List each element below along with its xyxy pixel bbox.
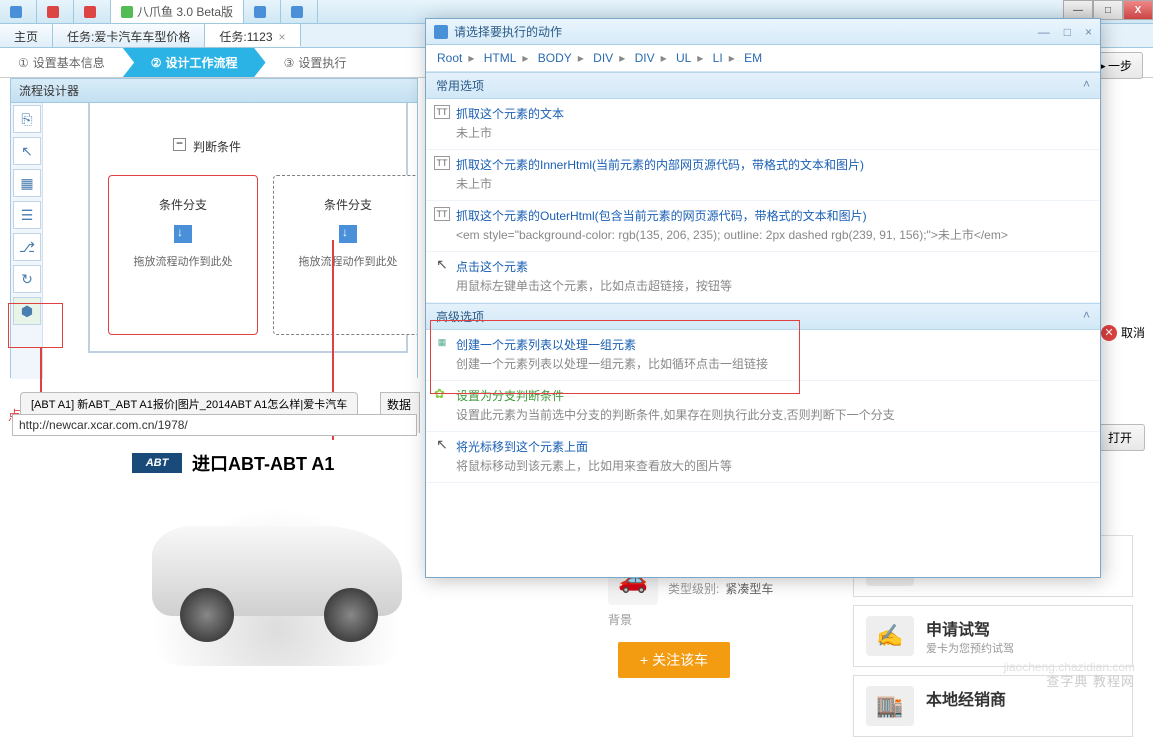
watermark: 查字典 教程网 — [1046, 671, 1135, 690]
maximize-button[interactable]: □ — [1093, 0, 1123, 20]
browser-tab[interactable] — [244, 0, 281, 23]
tool-browser-icon[interactable]: ⎘ — [13, 105, 41, 133]
browser-tab[interactable] — [74, 0, 111, 23]
popup-title-text: 请选择要执行的动作 — [454, 23, 562, 40]
cursor-icon — [434, 258, 450, 272]
car-image — [132, 486, 422, 666]
close-tab-icon[interactable]: × — [279, 30, 286, 44]
drop-hint: 拖放流程动作到此处 — [274, 247, 417, 275]
tab-task-aika[interactable]: 任务:爱卡汽车车型价格 — [53, 24, 205, 47]
close-button[interactable]: X — [1123, 0, 1153, 20]
action-extract-outerhtml[interactable]: TT 抓取这个元素的OuterHtml(包含当前元素的网页源代码，带格式的文本和… — [426, 201, 1100, 252]
branch-node-1[interactable]: 条件分支 拖放流程动作到此处 — [108, 175, 258, 335]
tool-table-icon[interactable]: ▦ — [13, 169, 41, 197]
text-icon: TT — [434, 156, 450, 170]
flow-designer-title: 流程设计器 — [11, 79, 417, 103]
step-basic-info[interactable]: 设置基本信息 — [0, 48, 123, 77]
window-controls: — □ X — [1063, 0, 1153, 20]
action-extract-innerhtml[interactable]: TT 抓取这个元素的InnerHtml(当前元素的内部网页源代码，带格式的文本和… — [426, 150, 1100, 201]
action-create-list[interactable]: 创建一个元素列表以处理一组元素 创建一个元素列表以处理一组元素，比如循环点击一组… — [426, 330, 1100, 381]
popup-minimize-icon[interactable]: — — [1038, 25, 1050, 39]
step-exec-settings[interactable]: 设置执行 — [266, 48, 365, 77]
cursor-icon — [434, 438, 450, 452]
tool-pointer-icon[interactable]: ↖ — [13, 137, 41, 165]
abt-logo: ABT — [132, 453, 182, 473]
tool-branch-icon[interactable]: ⎇ — [13, 233, 41, 261]
popup-maximize-icon[interactable]: □ — [1064, 25, 1071, 39]
condition-node-label[interactable]: 判断条件 — [193, 138, 241, 155]
drop-hint: 拖放流程动作到此处 — [109, 247, 257, 275]
arrow-down-icon — [339, 225, 357, 243]
flow-canvas[interactable]: 判断条件 条件分支 拖放流程动作到此处 条件分支 拖放流程动作到此处 — [43, 103, 417, 379]
action-extract-text[interactable]: TT 抓取这个元素的文本 未上市 — [426, 99, 1100, 150]
dom-breadcrumb[interactable]: Root▸ HTML▸ BODY▸ DIV▸ DIV▸ UL▸ LI▸ EM — [426, 45, 1100, 72]
app-icon — [434, 25, 448, 39]
section-advanced[interactable]: 高级选项˄ — [426, 303, 1100, 330]
section-common[interactable]: 常用选项˄ — [426, 72, 1100, 99]
chevron-up-icon: ˄ — [1083, 77, 1090, 94]
text-icon: TT — [434, 105, 450, 119]
steering-icon: ✍ — [866, 616, 914, 656]
shop-icon: 🏬 — [866, 686, 914, 726]
cancel-button[interactable]: ✕取消 — [1101, 324, 1145, 341]
tab-home[interactable]: 主页 — [0, 24, 53, 47]
background-label: 背景 — [608, 611, 808, 628]
action-chooser-popup: 请选择要执行的动作 — □ × Root▸ HTML▸ BODY▸ DIV▸ D… — [425, 18, 1101, 578]
car-title: 进口ABT-ABT A1 — [192, 450, 334, 476]
annotation-box — [8, 303, 63, 348]
minimize-button[interactable]: — — [1063, 0, 1093, 20]
action-click-element[interactable]: 点击这个元素 用鼠标左键单击这个元素，比如点击超链接，按钮等 — [426, 252, 1100, 303]
browser-tab-active[interactable]: 八爪鱼 3.0 Beta版 — [111, 0, 244, 23]
branch-title: 条件分支 — [109, 176, 257, 221]
cancel-icon: ✕ — [1101, 325, 1117, 341]
tool-form-icon[interactable]: ☰ — [13, 201, 41, 229]
popup-close-icon[interactable]: × — [1085, 25, 1092, 39]
arrow-down-icon — [174, 225, 192, 243]
action-hover-element[interactable]: 将光标移到这个元素上面 将鼠标移动到该元素上，比如用来查看放大的图片等 — [426, 432, 1100, 483]
step-design-workflow[interactable]: 设计工作流程 — [123, 48, 266, 77]
flow-designer-panel: 流程设计器 ⎘ ↖ ▦ ☰ ⎇ ↻ ⬢ 判断条件 条件分支 拖放流程动作到此处 … — [10, 78, 418, 378]
open-button[interactable]: 打开 — [1095, 424, 1145, 451]
list-icon — [434, 336, 450, 350]
collapse-toggle[interactable] — [173, 138, 186, 151]
tool-loop-icon[interactable]: ↻ — [13, 265, 41, 293]
card-test-drive[interactable]: ✍ 申请试驾爱卡为您预约试驾 — [853, 605, 1133, 667]
text-icon: TT — [434, 207, 450, 221]
follow-car-button[interactable]: + 关注该车 — [618, 642, 730, 678]
browser-tab[interactable] — [0, 0, 37, 23]
chevron-up-icon: ˄ — [1083, 308, 1090, 325]
preview-tab[interactable]: [ABT A1] 新ABT_ABT A1报价|图片_2014ABT A1怎么样|… — [20, 392, 358, 415]
action-set-branch-condition[interactable]: 设置为分支判断条件 设置此元素为当前选中分支的判断条件,如果存在则执行此分支,否… — [426, 381, 1100, 432]
browser-tab[interactable] — [281, 0, 318, 23]
branch-node-2[interactable]: 条件分支 拖放流程动作到此处 — [273, 175, 417, 335]
tab-task-1123[interactable]: 任务:1123× — [205, 24, 300, 47]
popup-titlebar[interactable]: 请选择要执行的动作 — □ × — [426, 19, 1100, 45]
branch-title: 条件分支 — [274, 176, 417, 221]
url-input[interactable] — [12, 414, 417, 436]
browser-tab[interactable] — [37, 0, 74, 23]
